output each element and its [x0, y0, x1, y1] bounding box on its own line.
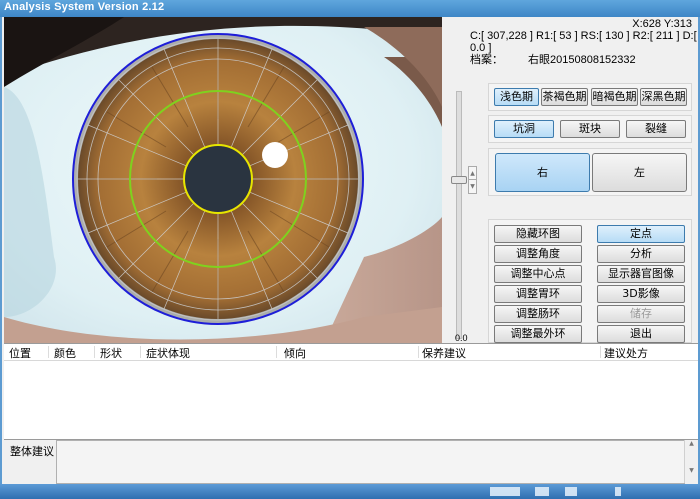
adjust-center-button[interactable]: 调整中心点: [494, 265, 582, 283]
column-header[interactable]: 症状体现: [146, 345, 190, 361]
adjust-stomach-ring-button[interactable]: 调整胃环: [494, 285, 582, 303]
window-frame: X:628 Y:313 C:[ 307,228 ] R1:[ 53 ] RS:[…: [0, 17, 700, 499]
pupil: [185, 146, 251, 212]
scroll-up-icon[interactable]: ▲: [685, 440, 698, 447]
bottom-border-bar: [0, 484, 700, 499]
column-header[interactable]: 建议处方: [604, 345, 648, 361]
column-header[interactable]: 颜色: [54, 345, 76, 361]
results-table[interactable]: 位置 颜色 形状 症状体现 倾向 保养建议 建议处方: [4, 343, 698, 441]
eye-side-group: 右 左: [488, 148, 692, 196]
show-organ-image-button[interactable]: 显示器官图像: [597, 265, 685, 283]
adjust-intestine-ring-button[interactable]: 调整肠环: [494, 305, 582, 323]
title-bar: Analysis System Version 2.12: [0, 0, 700, 17]
analyze-button[interactable]: 分析: [597, 245, 685, 263]
action-panel: 隐藏环图 调整角度 调整中心点 调整胃环 调整肠环 调整最外环 定点 分析 显示…: [488, 219, 692, 343]
adjust-outer-ring-button[interactable]: 调整最外环: [494, 325, 582, 343]
column-divider: [140, 346, 141, 358]
light-reflection: [262, 142, 288, 168]
left-eye-button[interactable]: 左: [592, 153, 687, 192]
overall-advice-label: 整体建议: [10, 445, 54, 458]
color-phase-button[interactable]: 茶褐色期: [541, 88, 588, 106]
3d-image-button[interactable]: 3D影像: [597, 285, 685, 303]
decorative-mark: [565, 487, 577, 496]
hide-ring-map-button[interactable]: 隐藏环图: [494, 225, 582, 243]
spin-up-icon[interactable]: ▲: [469, 167, 476, 180]
table-header: 位置 颜色 形状 症状体现 倾向 保养建议 建议处方: [4, 344, 698, 361]
archive-value: 右眼20150808152332: [528, 54, 636, 66]
zoom-slider-thumb[interactable]: [451, 176, 467, 184]
mark-type-button[interactable]: 坑洞: [494, 120, 554, 138]
overall-advice-section: 整体建议 ▲ ▼: [4, 439, 698, 485]
archive-label: 档案：: [470, 53, 503, 66]
client-area: X:628 Y:313 C:[ 307,228 ] R1:[ 53 ] RS:[…: [2, 17, 698, 495]
cursor-coordinates: X:628 Y:313: [632, 18, 692, 30]
slider-value: 0.0: [455, 333, 468, 343]
mark-type-button[interactable]: 斑块: [560, 120, 620, 138]
save-button[interactable]: 储存: [597, 305, 685, 323]
advice-scrollbar[interactable]: ▲ ▼: [684, 440, 698, 483]
color-phase-group: 浅色期 茶褐色期 暗褐色期 深黑色期: [488, 83, 692, 111]
window-title: Analysis System Version 2.12: [4, 1, 165, 13]
decorative-mark: [615, 487, 621, 496]
decorative-mark: [535, 487, 549, 496]
column-header[interactable]: 倾向: [284, 345, 306, 361]
zoom-slider-track[interactable]: [456, 91, 462, 339]
overall-advice-textbox[interactable]: [56, 440, 685, 484]
mark-type-button[interactable]: 裂缝: [626, 120, 686, 138]
column-divider: [94, 346, 95, 358]
fix-point-button[interactable]: 定点: [597, 225, 685, 243]
column-divider: [418, 346, 419, 358]
exit-button[interactable]: 退出: [597, 325, 685, 343]
iris-image-view[interactable]: [4, 17, 442, 343]
color-phase-button[interactable]: 深黑色期: [640, 88, 687, 106]
column-divider: [600, 346, 601, 358]
color-phase-button[interactable]: 浅色期: [494, 88, 539, 106]
readout-panel: X:628 Y:313 C:[ 307,228 ] R1:[ 53 ] RS:[…: [444, 17, 698, 77]
adjust-angle-button[interactable]: 调整角度: [494, 245, 582, 263]
column-divider: [276, 346, 277, 358]
scroll-down-icon[interactable]: ▼: [685, 467, 698, 474]
column-divider: [48, 346, 49, 358]
column-header[interactable]: 位置: [9, 345, 31, 361]
decorative-mark: [490, 487, 520, 496]
mark-type-group: 坑洞 斑块 裂缝: [488, 115, 692, 143]
iris-image: [4, 17, 442, 343]
slider-spinner[interactable]: ▲ ▼: [468, 166, 477, 194]
column-header[interactable]: 形状: [100, 345, 122, 361]
right-eye-button[interactable]: 右: [495, 153, 590, 192]
color-phase-button[interactable]: 暗褐色期: [591, 88, 638, 106]
spin-down-icon[interactable]: ▼: [469, 180, 476, 193]
column-header[interactable]: 保养建议: [422, 345, 466, 361]
